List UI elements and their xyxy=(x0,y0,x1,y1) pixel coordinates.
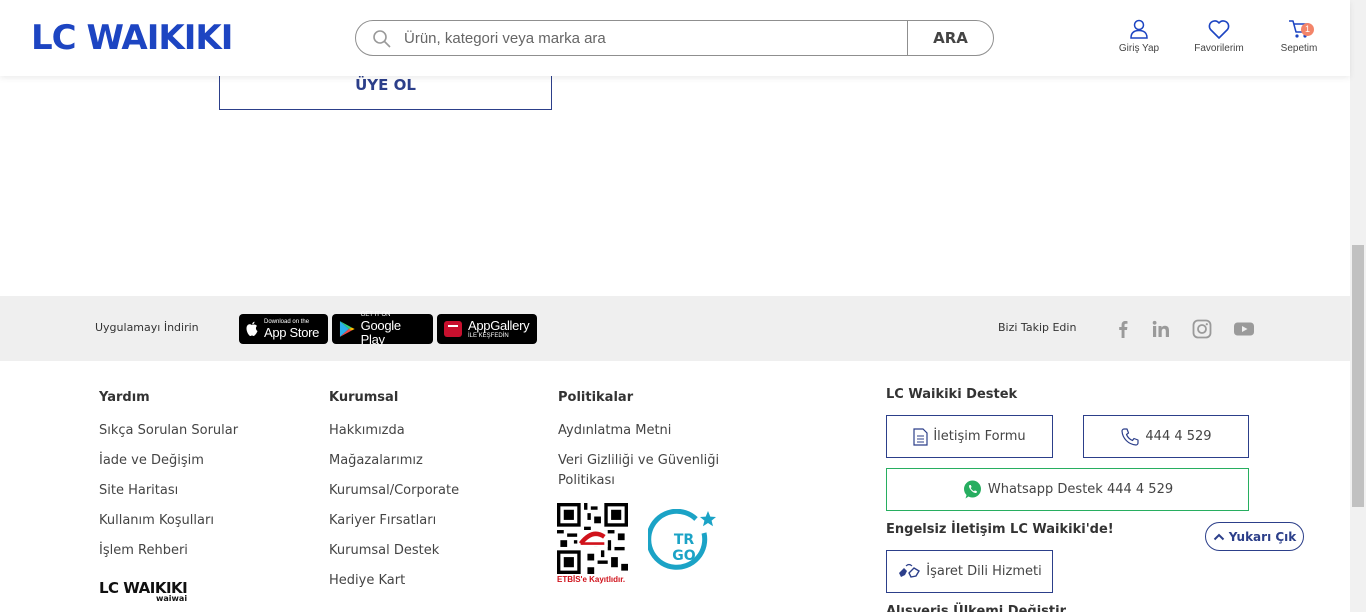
whatsapp-label: Whatsapp Destek 444 4 529 xyxy=(987,482,1174,497)
policy-link[interactable]: Politikası xyxy=(558,471,615,491)
support-title: LC Waikiki Destek xyxy=(886,387,1018,402)
help-column-title: Yardım xyxy=(99,390,150,405)
cart-count-badge: 1 xyxy=(1301,23,1314,36)
back-to-top-label: Yukarı Çık xyxy=(1228,529,1297,544)
footer-brand-sub: waiwai xyxy=(156,594,188,603)
google-play-badge[interactable]: GET IT ON Google Play xyxy=(332,312,433,347)
svg-text:TR: TR xyxy=(674,532,695,548)
corporate-link[interactable]: Mağazalarımız xyxy=(329,451,423,471)
corporate-column-title: Kurumsal xyxy=(329,390,399,405)
back-to-top-button[interactable]: Yukarı Çık xyxy=(1205,522,1304,551)
whatsapp-icon xyxy=(963,480,981,499)
contact-form-label: İletişim Formu xyxy=(933,429,1026,444)
help-link[interactable]: Kullanım Koşulları xyxy=(99,511,214,531)
app-gallery-small-text: İLE KEŞFEDİN xyxy=(468,332,509,339)
corporate-link[interactable]: Kurumsal/Corporate xyxy=(329,481,459,501)
page-scrollbar[interactable] xyxy=(1350,0,1366,612)
cart-label: Sepetim xyxy=(1280,43,1318,54)
youtube-icon[interactable] xyxy=(1233,319,1255,339)
corporate-link[interactable]: Hakkımızda xyxy=(329,421,405,441)
apple-icon xyxy=(246,321,258,336)
login-label: Giriş Yap xyxy=(1118,43,1160,54)
search-button[interactable]: ARA xyxy=(907,20,993,56)
sign-language-button[interactable]: İşaret Dili Hizmeti xyxy=(886,550,1053,593)
document-icon xyxy=(913,427,928,446)
phone-label: 444 4 529 xyxy=(1145,429,1212,444)
etbis-qr-code[interactable] xyxy=(557,503,628,574)
policy-link[interactable]: Aydınlatma Metni xyxy=(558,421,671,441)
google-play-icon xyxy=(339,321,355,337)
huawei-icon xyxy=(444,321,462,337)
corporate-link[interactable]: Kariyer Fırsatları xyxy=(329,511,436,531)
user-icon xyxy=(1130,19,1148,39)
policies-column-title: Politikalar xyxy=(558,390,634,405)
app-download-bar: Uygulamayı İndirin Download on the App S… xyxy=(0,296,1350,361)
heart-icon xyxy=(1208,20,1230,39)
accessible-contact-title: Engelsiz İletişim LC Waikiki'de! xyxy=(886,522,1114,537)
app-gallery-badge[interactable]: AppGallery İLE KEŞFEDİN xyxy=(437,314,537,344)
scrollbar-thumb[interactable] xyxy=(1352,245,1364,507)
google-play-big-text: Google Play xyxy=(360,317,401,347)
favorites-link[interactable]: Favorilerim xyxy=(1184,18,1254,54)
page: LC WAIKIKI ARA Giriş Yap Favorilerim xyxy=(0,0,1366,612)
trgo-badge[interactable]: TR GO xyxy=(648,509,720,581)
instagram-icon[interactable] xyxy=(1191,319,1213,339)
help-link[interactable]: Site Haritası xyxy=(99,481,178,501)
brand-logo[interactable]: LC WAIKIKI xyxy=(31,20,233,56)
cart-link[interactable]: 1 Sepetim xyxy=(1264,18,1334,54)
etbis-label: ETBİS'e Kayıtlıdır. xyxy=(557,575,626,584)
help-link[interactable]: İşlem Rehberi xyxy=(99,541,188,561)
favorites-label: Favorilerim xyxy=(1194,43,1244,54)
app-gallery-big-text: AppGallery xyxy=(468,317,530,333)
sign-language-label: İşaret Dili Hizmeti xyxy=(926,564,1042,579)
app-download-label: Uygulamayı İndirin xyxy=(95,321,199,334)
facebook-icon[interactable] xyxy=(1112,319,1134,339)
policy-link[interactable]: Veri Gizliliği ve Güvenliği xyxy=(558,451,719,471)
phone-icon xyxy=(1121,427,1140,446)
corporate-link[interactable]: Hediye Kart xyxy=(329,571,405,591)
svg-text:GO: GO xyxy=(672,548,695,564)
follow-us-label: Bizi Takip Edin xyxy=(998,321,1077,334)
app-store-big-text: App Store xyxy=(264,324,320,340)
help-link[interactable]: İade ve Değişim xyxy=(99,451,204,471)
login-link[interactable]: Giriş Yap xyxy=(1104,18,1174,54)
phone-button[interactable]: 444 4 529 xyxy=(1083,415,1249,458)
chevron-up-icon xyxy=(1213,533,1224,540)
search-icon xyxy=(373,30,391,48)
linkedin-icon[interactable] xyxy=(1150,319,1172,339)
help-link[interactable]: Sıkça Sorulan Sorular xyxy=(99,421,238,441)
app-store-badge[interactable]: Download on the App Store xyxy=(239,314,328,344)
sign-language-icon xyxy=(899,563,921,578)
change-country-title[interactable]: Alışveriş Ülkemi Değiştir xyxy=(886,604,1066,612)
corporate-link[interactable]: Kurumsal Destek xyxy=(329,541,439,561)
contact-form-button[interactable]: İletişim Formu xyxy=(886,415,1053,458)
whatsapp-support-button[interactable]: Whatsapp Destek 444 4 529 xyxy=(886,468,1249,511)
site-header: LC WAIKIKI ARA Giriş Yap Favorilerim xyxy=(0,0,1350,76)
search-bar: ARA xyxy=(355,20,994,56)
search-input[interactable] xyxy=(404,27,904,49)
